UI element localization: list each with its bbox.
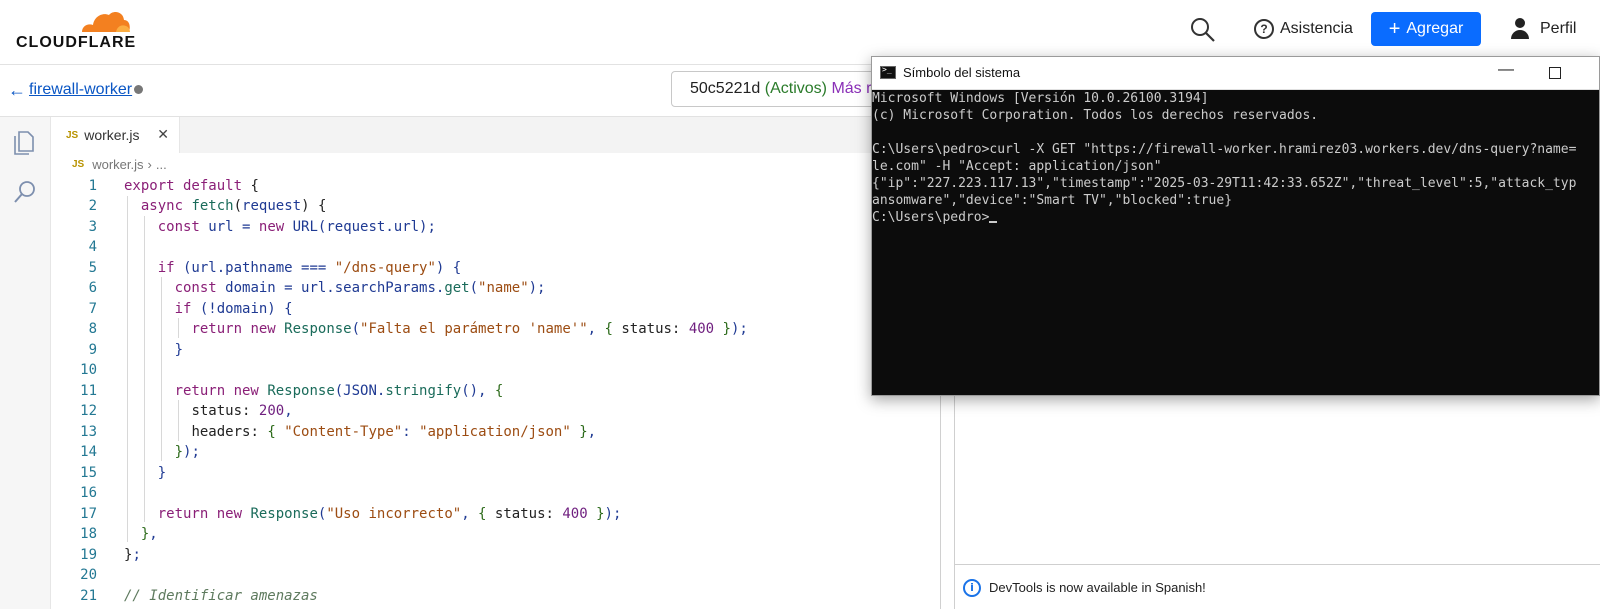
code-line: 3 const url = new URL(request.url);	[88, 219, 436, 235]
code-line: 1 export default {	[88, 178, 259, 194]
close-icon[interactable]: ✕	[157, 126, 169, 143]
code-line: 20	[80, 567, 97, 583]
code-line: 17 return new Response("Uso incorrecto",…	[80, 506, 622, 522]
terminal-icon	[880, 65, 896, 79]
cmd-line	[872, 124, 1599, 141]
user-icon	[1510, 18, 1530, 40]
search-icon[interactable]	[1190, 17, 1216, 43]
devtools-notification: i DevTools is now available in Spanish!	[955, 564, 1600, 610]
code-line: 5 if (url.pathname === "/dns-query") {	[88, 260, 462, 276]
command-prompt-window[interactable]: Símbolo del sistema — Microsoft Windows …	[871, 56, 1600, 396]
help-label: Asistencia	[1280, 20, 1353, 37]
add-button-label: Agregar	[1406, 20, 1464, 37]
help-link[interactable]: ? Asistencia	[1254, 19, 1353, 39]
cloud-icon	[82, 12, 130, 32]
js-file-icon: JS	[72, 159, 85, 170]
version-status: (Activos)	[764, 80, 827, 97]
code-line: 14 });	[80, 444, 200, 460]
code-line: 8 return new Response("Falta el parámetr…	[88, 321, 748, 337]
code-line: 15 }	[80, 465, 167, 481]
cmd-title: Símbolo del sistema	[903, 65, 1021, 80]
question-circle-icon: ?	[1254, 19, 1274, 39]
code-line: 12 status: 200,	[80, 403, 293, 419]
breadcrumb: JS worker.js › ...	[72, 157, 167, 172]
info-icon: i	[963, 578, 981, 597]
activity-bar	[0, 117, 51, 609]
worker-name-link[interactable]: firewall-worker	[29, 81, 132, 99]
search-icon[interactable]	[12, 179, 38, 205]
code-line: 2 async fetch(request) {	[88, 198, 327, 214]
text-cursor	[989, 221, 998, 223]
breadcrumb-more[interactable]: ...	[156, 157, 167, 172]
cmd-line: le.com" -H "Accept: application/json"	[872, 159, 1162, 174]
files-icon[interactable]	[12, 127, 38, 155]
maximize-icon[interactable]	[1549, 67, 1561, 79]
code-line: 11 return new Response(JSON.stringify(),…	[80, 383, 504, 399]
status-dot	[134, 85, 143, 94]
cmd-line: C:\Users\pedro>curl -X GET "https://fire…	[872, 142, 1577, 157]
devtools-message: DevTools is now available in Spanish!	[989, 580, 1206, 595]
chevron-right-icon: ›	[147, 157, 152, 172]
code-line: 21// Identificar amenazas	[80, 588, 318, 604]
profile-label: Perfil	[1540, 20, 1577, 37]
code-line: 9 }	[88, 342, 184, 358]
code-line: 16	[80, 485, 97, 501]
logo-text: CLOUDFLARE	[16, 34, 137, 51]
code-line: 10	[80, 362, 97, 378]
cmd-output[interactable]: Microsoft Windows [Versión 10.0.26100.31…	[872, 90, 1599, 226]
add-button[interactable]: + Agregar	[1371, 12, 1481, 46]
tab-label: worker.js	[84, 127, 140, 143]
code-line: 6 const domain = url.searchParams.get("n…	[88, 280, 546, 296]
version-id: 50c5221d	[690, 80, 761, 97]
code-editor[interactable]: 1 export default { 2 async fetch(request)…	[51, 176, 940, 609]
code-line: 19};	[80, 547, 141, 563]
cmd-line: (c) Microsoft Corporation. Todos los der…	[872, 108, 1319, 123]
tab-worker-js[interactable]: JS worker.js ✕	[51, 117, 180, 153]
cmd-line: ansomware","device":"Smart TV","blocked"…	[872, 193, 1233, 208]
plus-icon: +	[1388, 18, 1401, 40]
cmd-line: Microsoft Windows [Versión 10.0.26100.31…	[872, 91, 1209, 106]
cloudflare-logo[interactable]: CLOUDFLARE	[16, 6, 136, 56]
code-line: 18 },	[80, 526, 158, 542]
editor-tabbar: JS worker.js ✕	[51, 117, 940, 153]
js-file-icon: JS	[66, 129, 79, 141]
cmd-titlebar[interactable]: Símbolo del sistema —	[872, 57, 1599, 90]
profile-menu[interactable]: Perfil	[1510, 18, 1576, 40]
code-line: 7 if (!domain) {	[88, 301, 293, 317]
code-line: 4	[88, 239, 97, 255]
cmd-line: {"ip":"227.223.117.13","timestamp":"2025…	[872, 176, 1577, 191]
cmd-prompt: C:\Users\pedro>	[872, 210, 990, 225]
arrow-left-icon[interactable]: ←	[8, 80, 26, 101]
breadcrumb-file[interactable]: worker.js	[92, 157, 143, 172]
minimize-icon[interactable]: —	[1498, 61, 1514, 79]
code-line: 13 headers: { "Content-Type": "applicati…	[80, 424, 597, 440]
cmd-prompt-line: C:\Users\pedro>	[872, 209, 1599, 226]
